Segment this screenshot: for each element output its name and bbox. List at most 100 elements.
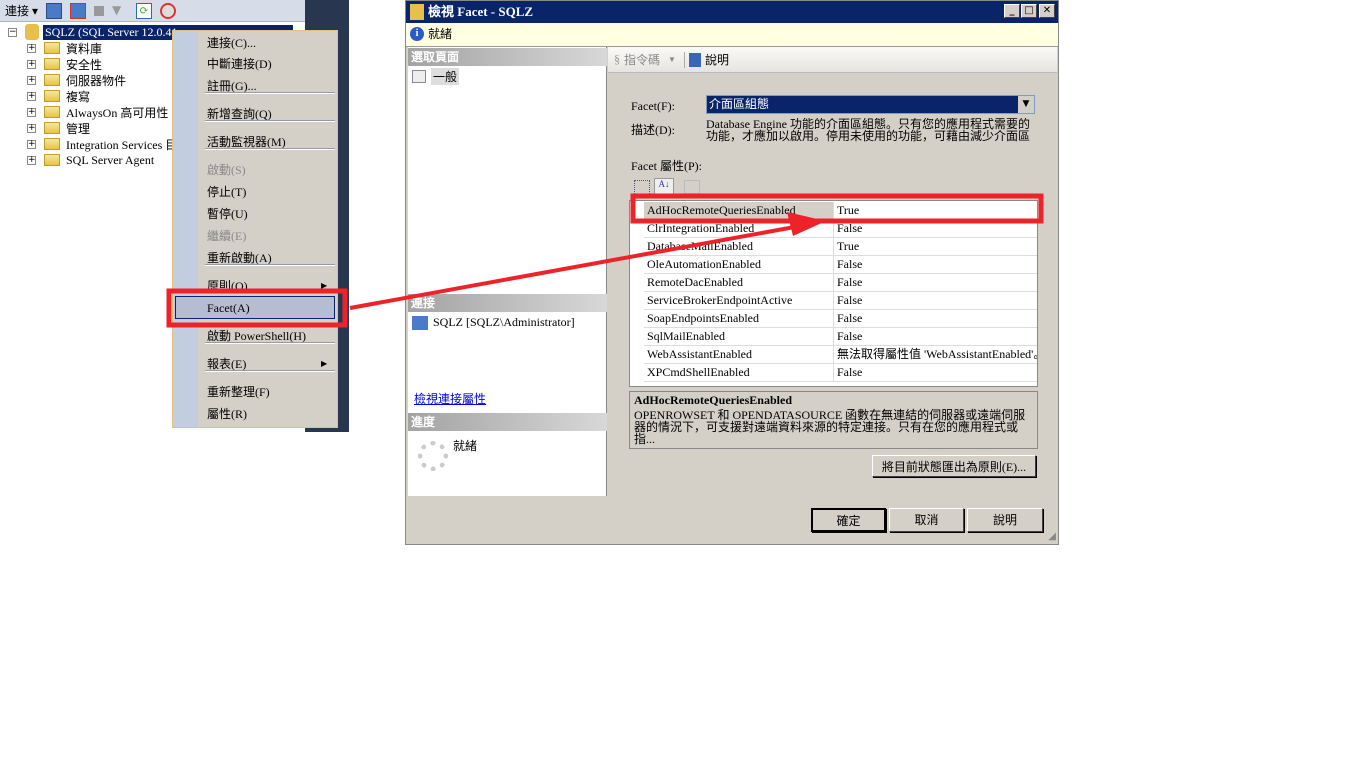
context-menu: 連接(C)... 中斷連接(D) 註冊(G)... 新增查詢(Q) 活動監視器(M) 啟動… <box>172 30 338 428</box>
resize-grip-icon[interactable]: ◢ <box>1048 531 1056 542</box>
property-name: SqlMailEnabled <box>644 328 834 345</box>
dialog-title: 檢視 Facet - SQLZ <box>428 4 534 19</box>
help-button[interactable]: 說明 <box>967 508 1043 532</box>
disconnect-icon[interactable] <box>70 2 87 19</box>
property-value[interactable]: 無法取得屬性值 'WebAssistantEnabled'。 <box>834 346 1037 363</box>
dropdown-icon[interactable]: ▼ <box>668 55 676 64</box>
expand-icon[interactable]: + <box>27 123 36 133</box>
menu-item[interactable]: 原則(O) <box>207 276 248 296</box>
chevron-down-icon[interactable]: ▼ <box>1018 96 1034 113</box>
property-row[interactable]: DatabaseMailEnabled True <box>644 238 1037 256</box>
connect-icon[interactable] <box>46 2 63 19</box>
property-row[interactable]: RemoteDacEnabled False <box>644 274 1037 292</box>
filter-icon[interactable]: ▼ <box>112 3 128 19</box>
menu-item: 繼續(E) <box>207 229 247 243</box>
folder-icon <box>44 74 60 86</box>
property-value[interactable]: True <box>834 238 1037 255</box>
export-policy-button[interactable]: 將目前狀態匯出為原則(E)... <box>872 455 1036 477</box>
property-value[interactable]: False <box>834 364 1037 381</box>
tree-item[interactable]: + 安全性 <box>27 56 102 72</box>
minimize-button[interactable]: _ <box>1004 4 1020 18</box>
expand-icon[interactable]: + <box>27 107 36 117</box>
property-value[interactable]: True <box>834 202 1037 219</box>
folder-icon <box>44 106 60 118</box>
folder-icon <box>44 138 60 150</box>
facet-label: Facet(F): <box>631 99 675 113</box>
script-button[interactable]: 指令碼 <box>624 51 660 68</box>
property-row[interactable]: SqlMailEnabled False <box>644 328 1037 346</box>
expand-icon[interactable]: + <box>27 155 36 165</box>
categorized-icon[interactable] <box>634 180 650 196</box>
agent-icon <box>44 154 60 166</box>
progress-spinner-icon <box>418 441 448 471</box>
tree-item[interactable]: + Integration Services 目錄 <box>27 136 189 152</box>
alphabetical-icon[interactable]: A↓ <box>654 178 674 196</box>
right-panel: § 指令碼 ▼ 說明 Facet(F): 介面區組態 ▼ 描述(D): Data… <box>608 47 1057 496</box>
maximize-button[interactable]: □ <box>1021 4 1037 18</box>
close-button[interactable]: ✕ <box>1039 4 1055 18</box>
page-icon <box>412 70 426 83</box>
property-value[interactable]: False <box>834 256 1037 273</box>
property-value[interactable]: False <box>834 292 1037 309</box>
connection-name: SQLZ [SQLZ\Administrator] <box>433 315 575 329</box>
tree-item[interactable]: + 複寫 <box>27 88 90 104</box>
expand-icon[interactable]: + <box>27 91 36 101</box>
property-row[interactable]: XPCmdShellEnabled False <box>644 364 1037 382</box>
activity-icon[interactable] <box>160 2 177 19</box>
property-row[interactable]: OleAutomationEnabled False <box>644 256 1037 274</box>
menu-item[interactable]: 中斷連接(D) <box>207 54 272 74</box>
expand-icon[interactable]: + <box>27 59 36 69</box>
property-name: SoapEndpointsEnabled <box>644 310 834 327</box>
facet-select[interactable]: 介面區組態 ▼ <box>706 95 1035 114</box>
property-value[interactable]: False <box>834 310 1037 327</box>
refresh-icon[interactable]: ⟳ <box>136 2 153 19</box>
menu-item[interactable]: 屬性(R) <box>207 404 247 424</box>
properties-label: Facet 屬性(P): <box>631 159 702 173</box>
property-row[interactable]: WebAssistantEnabled 無法取得屬性值 'WebAssistant… <box>644 346 1037 364</box>
property-row[interactable]: SoapEndpointsEnabled False <box>644 310 1037 328</box>
property-description: AdHocRemoteQueriesEnabled OPENROWSET 和 O… <box>629 391 1038 449</box>
ok-button[interactable]: 確定 <box>811 508 886 532</box>
menu-separator <box>205 148 335 150</box>
property-value[interactable]: False <box>834 328 1037 345</box>
select-page-header: 選取頁面 <box>408 48 607 66</box>
expand-icon[interactable]: + <box>27 139 36 149</box>
status-text: 就緒 <box>428 27 453 41</box>
property-value[interactable]: False <box>834 274 1037 291</box>
menu-item[interactable]: 重新整理(F) <box>207 382 270 402</box>
menu-item[interactable]: 停止(T) <box>207 182 246 202</box>
tree-item[interactable]: + 資料庫 <box>27 40 102 56</box>
menu-item[interactable]: 連接(C)... <box>207 33 256 53</box>
script-icon: § <box>614 52 620 66</box>
menu-item: 啟動(S) <box>207 163 246 177</box>
property-name: ClrIntegrationEnabled <box>644 220 834 237</box>
stop-icon[interactable] <box>94 5 105 16</box>
property-name: DatabaseMailEnabled <box>644 238 834 255</box>
collapse-icon[interactable]: − <box>8 27 17 37</box>
description-label: 描述(D): <box>631 123 675 137</box>
tree-item[interactable]: + SQL Server Agent <box>27 152 154 168</box>
page-general[interactable]: 一般 <box>412 68 460 85</box>
property-row[interactable]: ServiceBrokerEndpointActive False <box>644 292 1037 310</box>
tree-item[interactable]: + AlwaysOn 高可用性 <box>27 104 168 120</box>
folder-icon <box>44 58 60 70</box>
cancel-button[interactable]: 取消 <box>889 508 964 532</box>
help-toolbar-button[interactable]: 說明 <box>705 51 729 68</box>
property-row[interactable]: AdHocRemoteQueriesEnabled True <box>644 202 1037 220</box>
property-value[interactable]: False <box>834 220 1037 237</box>
server-icon <box>25 24 39 40</box>
progress-header: 進度 <box>408 413 607 431</box>
expand-icon[interactable]: + <box>27 75 36 85</box>
property-description-text: OPENROWSET 和 OPENDATASOURCE 函數在無連結的伺服器或遠… <box>634 408 1026 446</box>
view-connection-properties-link[interactable]: 檢視連接屬性 <box>414 390 486 407</box>
menu-separator <box>205 120 335 122</box>
tree-item[interactable]: + 伺服器物件 <box>27 72 126 88</box>
submenu-arrow-icon: ▶ <box>321 281 328 290</box>
menu-item[interactable]: Facet(A) <box>207 298 250 318</box>
connect-dropdown[interactable]: 連接 ▾ <box>5 2 38 19</box>
property-pages-icon[interactable] <box>684 180 700 194</box>
expand-icon[interactable]: + <box>27 43 36 53</box>
menu-item[interactable]: 暫停(U) <box>207 204 248 224</box>
property-row[interactable]: ClrIntegrationEnabled False <box>644 220 1037 238</box>
tree-item[interactable]: + 管理 <box>27 120 90 136</box>
